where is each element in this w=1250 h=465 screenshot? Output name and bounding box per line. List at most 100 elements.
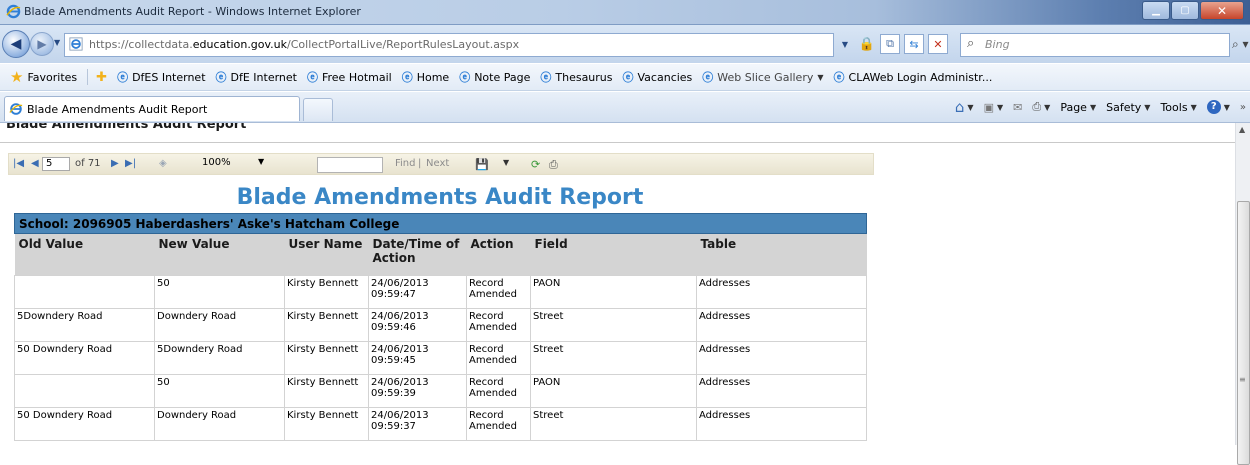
compatibility-view-icon[interactable]: ⧉ bbox=[880, 34, 900, 54]
web-slice-gallery-dropdown[interactable]: ⓔ Web Slice Gallery ▼ bbox=[702, 69, 823, 85]
home-button[interactable]: ⌂ ▼ bbox=[955, 98, 974, 116]
favorite-label: Note Page bbox=[474, 70, 531, 84]
find-next-link[interactable]: Next bbox=[426, 158, 449, 169]
tools-menu[interactable]: Tools ▼ bbox=[1160, 101, 1196, 114]
refresh-icon[interactable]: ⟳ bbox=[531, 158, 540, 171]
ie-page-icon: ⓔ bbox=[215, 71, 227, 84]
forward-button[interactable]: ▶ bbox=[30, 32, 54, 56]
forward-arrow-icon: ▶ bbox=[37, 37, 47, 51]
table-cell: 5Downdery Road bbox=[14, 308, 155, 342]
favorite-label: CLAWeb Login Administr... bbox=[848, 70, 993, 84]
stop-icon[interactable]: ✕ bbox=[928, 34, 948, 54]
safety-menu-label: Safety bbox=[1106, 100, 1142, 114]
read-mail-button[interactable]: ✉ bbox=[1013, 101, 1022, 114]
last-page-icon[interactable]: ▶| bbox=[125, 158, 136, 169]
search-input[interactable]: ⌕ Bing bbox=[960, 33, 1230, 57]
table-cell: Kirsty Bennett bbox=[284, 341, 369, 375]
address-bar[interactable]: https://collectdata.education.gov.uk/Col… bbox=[64, 33, 834, 57]
table-cell: 24/06/2013 09:59:39 bbox=[368, 374, 467, 408]
chevron-more-icon[interactable]: » bbox=[1240, 102, 1246, 113]
feeds-button[interactable]: ▣ ▼ bbox=[984, 101, 1004, 114]
favorite-link-vacancies[interactable]: ⓔ Vacancies bbox=[623, 69, 693, 85]
favorite-link-claweb-login[interactable]: ⓔ CLAWeb Login Administr... bbox=[834, 69, 993, 85]
zoom-select[interactable]: 100% ▼ bbox=[202, 157, 282, 168]
table-cell bbox=[14, 275, 155, 309]
tab-label: Blade Amendments Audit Report bbox=[27, 103, 208, 116]
help-icon: ? bbox=[1206, 100, 1221, 114]
minimize-button[interactable]: ▁ bbox=[1142, 1, 1170, 20]
audit-table: School: 2096905 Haberdashers' Aske's Hat… bbox=[14, 213, 867, 441]
column-header: User Name bbox=[284, 233, 369, 276]
add-favorite-icon: ✚ bbox=[96, 69, 108, 85]
table-cell: 50 bbox=[154, 275, 285, 309]
window-titlebar: Blade Amendments Audit Report - Windows … bbox=[0, 0, 1250, 25]
first-page-icon[interactable]: |◀ bbox=[13, 158, 24, 169]
search-icon[interactable]: ⌕ ▾ bbox=[1232, 37, 1249, 52]
export-save-icon[interactable]: 💾 bbox=[475, 158, 489, 171]
address-dropdown-icon[interactable]: ▼ bbox=[836, 35, 854, 53]
table-row: 50 Kirsty Bennett 24/06/2013 09:59:39 Re… bbox=[14, 374, 867, 408]
ie-page-icon: ⓔ bbox=[702, 71, 714, 84]
table-cell: Kirsty Bennett bbox=[284, 275, 369, 309]
page-heading: Blade Amendments Audit Report bbox=[6, 123, 247, 132]
favorite-link-dfe-internet[interactable]: ⓔ DfE Internet bbox=[216, 69, 297, 85]
help-button[interactable]: ? ▼ bbox=[1206, 100, 1230, 114]
scrollbar-thumb[interactable] bbox=[1237, 201, 1250, 465]
previous-page-icon[interactable]: ◀ bbox=[31, 158, 39, 169]
table-cell: Kirsty Bennett bbox=[284, 308, 369, 342]
page-number-input[interactable]: 5 bbox=[42, 157, 70, 171]
favorite-link-thesaurus[interactable]: ⓔ Thesaurus bbox=[540, 69, 612, 85]
table-cell: Addresses bbox=[696, 407, 867, 441]
table-cell: Record Amended bbox=[466, 275, 531, 309]
back-to-parent-icon[interactable]: ◈ bbox=[159, 158, 167, 169]
dropdown-caret-icon: ▼ bbox=[1190, 102, 1197, 112]
table-cell: Kirsty Bennett bbox=[284, 407, 369, 441]
maximize-button[interactable]: ▢ bbox=[1171, 1, 1199, 20]
page-ie-icon bbox=[69, 37, 83, 54]
refresh-icon[interactable]: ⇆ bbox=[904, 34, 924, 54]
printer-icon[interactable]: ⎙ bbox=[549, 158, 558, 172]
url-text: https://collectdata.education.gov.uk/Col… bbox=[89, 38, 520, 51]
back-arrow-icon: ◀ bbox=[10, 36, 22, 52]
favorite-label: DfES Internet bbox=[132, 70, 206, 84]
ie-page-icon: ⓔ bbox=[459, 71, 471, 84]
vertical-scrollbar[interactable]: ▲ ≡ bbox=[1235, 123, 1250, 465]
table-cell: Addresses bbox=[696, 341, 867, 375]
export-format-dropdown[interactable]: ▼ bbox=[503, 158, 509, 167]
next-page-icon[interactable]: ▶ bbox=[111, 158, 119, 169]
tab-blade-amendments[interactable]: Blade Amendments Audit Report bbox=[4, 96, 300, 121]
favorite-link-free-hotmail[interactable]: ⓔ Free Hotmail bbox=[307, 69, 392, 85]
new-tab-button[interactable] bbox=[303, 98, 333, 121]
favorite-link-home[interactable]: ⓔ Home bbox=[402, 69, 449, 85]
column-header: Date/Time of Action bbox=[368, 233, 467, 276]
safety-menu[interactable]: Safety ▼ bbox=[1106, 101, 1150, 114]
column-header-row: Old Value New Value User Name Date/Time … bbox=[14, 233, 867, 276]
close-button[interactable]: ✕ bbox=[1200, 1, 1244, 20]
lock-icon[interactable]: 🔒 bbox=[858, 35, 876, 53]
dropdown-caret-icon: ▼ bbox=[817, 72, 824, 82]
add-to-favorites-bar-button[interactable]: ✚ bbox=[96, 70, 107, 85]
column-header: Table bbox=[696, 233, 867, 276]
page-menu[interactable]: Page ▼ bbox=[1060, 101, 1096, 114]
scroll-up-icon[interactable]: ▲ bbox=[1239, 125, 1245, 134]
favorites-button[interactable]: ★ Favorites bbox=[10, 68, 77, 86]
print-button[interactable]: ⎙ ▼ bbox=[1032, 100, 1050, 114]
table-cell: Addresses bbox=[696, 275, 867, 309]
column-header: New Value bbox=[154, 233, 285, 276]
table-cell: PAON bbox=[530, 374, 697, 408]
favorite-label: Web Slice Gallery bbox=[717, 70, 814, 84]
favorite-link-note-page[interactable]: ⓔ Note Page bbox=[459, 69, 530, 85]
back-button[interactable]: ◀ bbox=[2, 30, 30, 58]
dropdown-caret-icon: ▼ bbox=[967, 102, 974, 112]
table-cell: Record Amended bbox=[466, 374, 531, 408]
mail-icon: ✉ bbox=[1013, 100, 1023, 114]
recent-pages-dropdown[interactable]: ▼ bbox=[54, 38, 60, 47]
ie-page-icon: ⓔ bbox=[622, 71, 634, 84]
find-input[interactable] bbox=[317, 157, 383, 173]
dropdown-caret-icon: ▼ bbox=[996, 102, 1004, 112]
favorite-label: Free Hotmail bbox=[321, 70, 392, 84]
find-link[interactable]: Find bbox=[395, 158, 416, 169]
table-cell: 50 Downdery Road bbox=[14, 341, 155, 375]
scrollbar-grip-icon: ≡ bbox=[1239, 375, 1246, 384]
favorite-link-dfes-internet[interactable]: ⓔ DfES Internet bbox=[117, 69, 205, 85]
